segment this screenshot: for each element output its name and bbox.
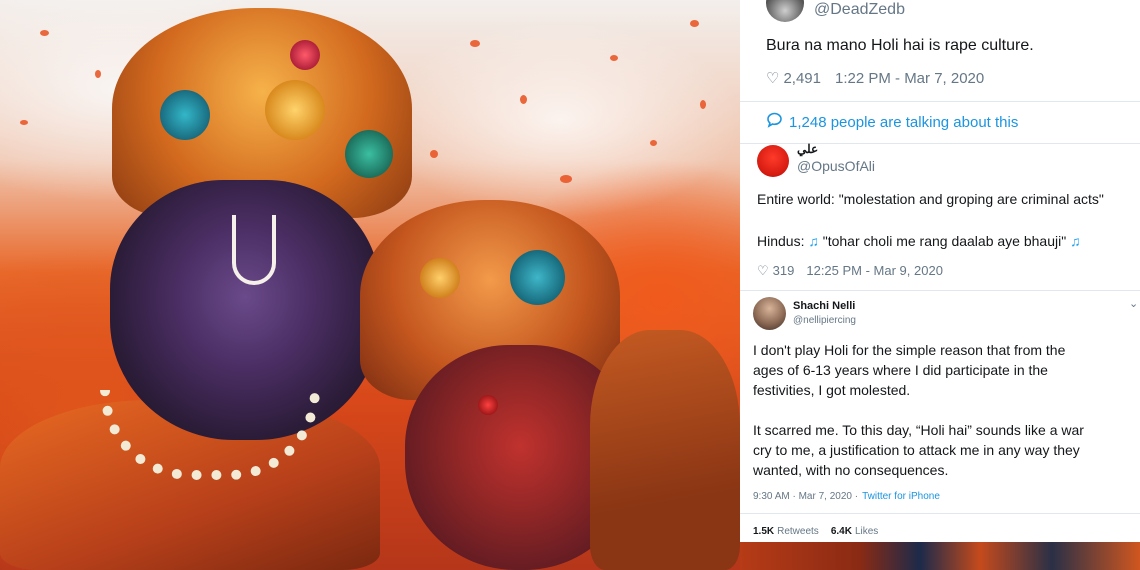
tweet3-line: wanted, with no consequences.	[753, 462, 949, 478]
talking-count[interactable]: 1,248 people are talking about this	[789, 114, 1018, 131]
heart-icon[interactable]: ♡	[766, 69, 779, 87]
tweet3-display-name[interactable]: Shachi Nelli	[793, 300, 855, 312]
divider	[740, 290, 1140, 291]
tweet2-prefix: Hindus:	[757, 233, 805, 249]
tweet3-source[interactable]: Twitter for iPhone	[862, 491, 940, 502]
music-note-icon: ♫	[1070, 233, 1081, 249]
divider	[740, 101, 1140, 102]
tweet2-quote: "tohar choli me rang daalab aye bhauji"	[822, 233, 1067, 249]
tweet2-handle[interactable]: @OpusOfAli	[797, 158, 875, 174]
tweet3-meta: 9:30 AM · Mar 7, 2020 · Twitter for iPho…	[753, 490, 940, 503]
avatar[interactable]	[757, 145, 789, 177]
tweet1-likes[interactable]: 2,491	[783, 70, 821, 87]
speech-bubble-icon	[766, 112, 783, 132]
tweet2-timestamp[interactable]: 12:25 PM - Mar 9, 2020	[806, 263, 943, 278]
tweet1-timestamp[interactable]: 1:22 PM - Mar 7, 2020	[835, 70, 984, 87]
tweet1-handle[interactable]: @DeadZedb	[814, 1, 905, 19]
tweet2-line2: Hindus: ♫ "tohar choli me rang daalab ay…	[757, 233, 1081, 249]
chevron-down-icon[interactable]: ⌄	[1129, 297, 1138, 310]
music-note-icon: ♫	[808, 233, 819, 249]
tweet3-time[interactable]: 9:30 AM · Mar 7, 2020 ·	[753, 491, 858, 502]
divider	[740, 513, 1140, 514]
tweet1-talking-link[interactable]: 1,248 people are talking about this	[766, 112, 1018, 132]
tweet3-line: cry to me, a justification to attack me …	[753, 442, 1080, 458]
avatar[interactable]	[753, 297, 786, 330]
retweets-count[interactable]: 1.5K	[753, 526, 774, 537]
tweet3-line: I don't play Holi for the simple reason …	[753, 342, 1066, 358]
retweets-label[interactable]: Retweets	[777, 526, 819, 537]
likes-count[interactable]: 6.4K	[831, 526, 852, 537]
tweet1-meta: ♡ 2,491 1:22 PM - Mar 7, 2020	[766, 69, 984, 88]
tweet3-handle[interactable]: @nellipiercing	[793, 315, 856, 326]
tweet2-display-name[interactable]: علي	[797, 142, 818, 156]
tweet3-stats: 1.5K Retweets 6.4K Likes	[753, 525, 878, 538]
tweet2-likes[interactable]: 319	[773, 263, 795, 278]
tweet2-meta: ♡ 319 12:25 PM - Mar 9, 2020	[757, 262, 943, 279]
heart-icon[interactable]: ♡	[757, 263, 769, 279]
tweet2-line1: Entire world: "molestation and groping a…	[757, 191, 1104, 207]
photo-strip	[740, 542, 1140, 570]
tweet3-body: I don't play Holi for the simple reason …	[753, 340, 1084, 480]
tweet3-line: festivities, I got molested.	[753, 382, 911, 398]
tweet3-line: ages of 6-13 years where I did participa…	[753, 362, 1048, 378]
tweet1-text: Bura na mano Holi hai is rape culture.	[766, 37, 1034, 54]
tweet3-line: It scarred me. To this day, “Holi hai” s…	[753, 422, 1084, 438]
likes-label[interactable]: Likes	[855, 526, 878, 537]
